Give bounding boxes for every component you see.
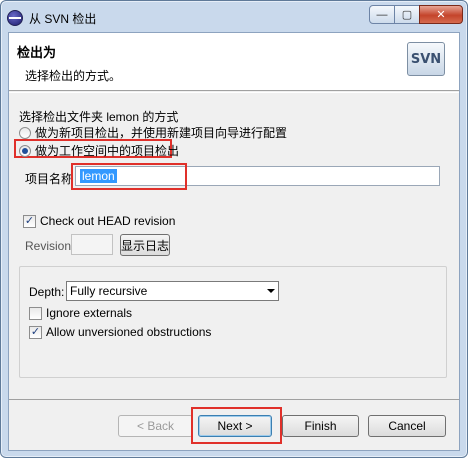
highlight-box <box>191 407 282 444</box>
dialog-window: 从 SVN 检出 — ▢ ✕ 检出为 选择检出的方式。 SVN 选择检出文件夹 … <box>0 0 468 458</box>
svn-logo: SVN <box>407 42 445 76</box>
page-description: 选择检出的方式。 <box>25 69 122 83</box>
radio-workspace-project[interactable]: 做为工作空间中的项目检出 <box>19 142 179 159</box>
close-button[interactable]: ✕ <box>419 5 463 24</box>
depth-value: Fully recursive <box>70 284 148 298</box>
back-button[interactable]: < Back <box>118 415 193 437</box>
allow-unversioned-checkbox[interactable]: ✓ Allow unversioned obstructions <box>29 325 211 339</box>
highlight-box <box>71 163 187 190</box>
depth-label: Depth: <box>29 285 65 299</box>
title-bar[interactable]: 从 SVN 检出 — ▢ ✕ <box>3 3 465 33</box>
finish-button[interactable]: Finish <box>282 415 359 437</box>
show-log-button[interactable]: 显示日志 <box>120 234 170 256</box>
revision-label: Revision: <box>25 239 75 253</box>
dialog-body: 检出为 选择检出的方式。 SVN 选择检出文件夹 lemon 的方式 做为新项目… <box>8 32 460 451</box>
minimize-button[interactable]: — <box>369 5 395 24</box>
depth-select[interactable]: Fully recursive <box>66 281 279 301</box>
window-title: 从 SVN 检出 <box>29 11 97 26</box>
checkbox-indicator[interactable] <box>29 306 42 320</box>
radio-indicator[interactable] <box>19 126 31 139</box>
chevron-down-icon <box>267 289 275 293</box>
cancel-button[interactable]: Cancel <box>368 415 446 437</box>
allow-unversioned-label: Allow unversioned obstructions <box>46 325 212 339</box>
checkout-mode-heading: 选择检出文件夹 lemon 的方式 <box>19 110 179 124</box>
project-name-label: 项目名称 <box>25 172 74 186</box>
head-revision-checkbox[interactable]: ✓ Check out HEAD revision <box>23 214 175 228</box>
checkbox-indicator[interactable]: ✓ <box>29 325 42 339</box>
head-revision-label: Check out HEAD revision <box>40 214 176 228</box>
wizard-banner: 检出为 选择检出的方式。 SVN <box>9 33 459 91</box>
maximize-button[interactable]: ▢ <box>394 5 420 24</box>
divider <box>9 92 459 93</box>
footer-divider <box>9 399 459 400</box>
revision-input[interactable] <box>71 234 113 255</box>
ignore-externals-checkbox[interactable]: Ignore externals <box>29 306 132 320</box>
page-title: 检出为 <box>17 45 57 60</box>
radio-indicator[interactable] <box>19 144 31 157</box>
checkbox-indicator[interactable]: ✓ <box>23 214 36 228</box>
radio-workspace-project-label: 做为工作空间中的项目检出 <box>35 144 180 158</box>
ignore-externals-label: Ignore externals <box>46 306 133 320</box>
eclipse-icon <box>7 10 23 26</box>
